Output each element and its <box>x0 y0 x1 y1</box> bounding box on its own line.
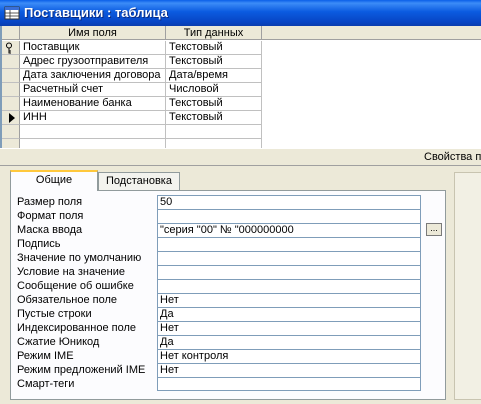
field-design-grid: Имя поля Тип данных Поставщик Текстовый Ад… <box>0 26 481 153</box>
property-row: Условие на значение <box>15 265 431 279</box>
row-selector[interactable] <box>2 69 20 83</box>
property-row: Формат поля <box>15 209 431 223</box>
property-label: Индексированное поле <box>17 322 136 334</box>
table-row[interactable]: ИНН Текстовый <box>2 111 262 125</box>
table-row[interactable]: Расчетный счет Числовой <box>2 83 262 97</box>
header-data-type[interactable]: Тип данных <box>166 26 262 40</box>
row-selector[interactable] <box>2 41 20 55</box>
table-row[interactable]: Адрес грузоотправителя Текстовый <box>2 55 262 69</box>
property-label: Размер поля <box>17 196 83 208</box>
property-row: Режим предложений IME Нет <box>15 363 431 377</box>
data-type-cell[interactable]: Текстовый <box>166 97 262 111</box>
property-value-field[interactable]: 50 <box>157 195 421 209</box>
row-selector[interactable] <box>2 125 20 139</box>
key-icon <box>6 42 12 54</box>
property-value-field[interactable] <box>157 251 421 265</box>
property-row: Размер поля 50 <box>15 195 431 209</box>
field-properties-area: Общие Подстановка Размер поля 50 Формат по… <box>0 166 481 404</box>
property-row: Индексированное поле Нет <box>15 321 431 335</box>
header-field-name[interactable]: Имя поля <box>20 26 166 40</box>
property-value-field[interactable]: Нет <box>157 321 421 335</box>
row-selector[interactable] <box>2 55 20 69</box>
data-type-cell[interactable]: Числовой <box>166 83 262 97</box>
property-label: Сжатие Юникод <box>17 336 100 348</box>
data-type-cell[interactable]: Дата/время <box>166 69 262 83</box>
property-value-field[interactable]: Нет <box>157 293 421 307</box>
property-row: Обязательное поле Нет <box>15 293 431 307</box>
grid-header: Имя поля Тип данных <box>2 26 481 40</box>
tab-lookup[interactable]: Подстановка <box>98 172 180 190</box>
property-label: Обязательное поле <box>17 294 118 306</box>
property-value-field[interactable]: Нет <box>157 363 421 377</box>
property-label: Смарт-теги <box>17 378 75 390</box>
properties-splitter[interactable]: Свойства п <box>0 148 481 166</box>
property-label: Сообщение об ошибке <box>17 280 134 292</box>
property-label: Подпись <box>17 238 61 250</box>
field-name-cell[interactable]: Наименование банка <box>20 97 166 111</box>
property-label: Формат поля <box>17 210 84 222</box>
table-icon <box>4 6 20 20</box>
property-value-field[interactable] <box>157 279 421 293</box>
row-selector[interactable] <box>2 83 20 97</box>
table-row[interactable]: Наименование банка Текстовый <box>2 97 262 111</box>
property-row: Сжатие Юникод Да <box>15 335 431 349</box>
field-name-cell[interactable]: Поставщик <box>20 41 166 55</box>
property-row: Смарт-теги <box>15 377 431 391</box>
field-properties-title: Свойства п <box>424 151 481 163</box>
general-properties-panel: Размер поля 50 Формат поля Маска ввода "сери… <box>10 190 446 400</box>
property-row: Режим IME Нет контроля <box>15 349 431 363</box>
field-name-cell[interactable]: Адрес грузоотправителя <box>20 55 166 69</box>
tab-general[interactable]: Общие <box>10 170 98 191</box>
input-mask-builder-button[interactable]: ... <box>426 223 442 236</box>
row-selector-header[interactable] <box>2 26 20 40</box>
help-pane <box>454 172 481 400</box>
property-label: Условие на значение <box>17 266 126 278</box>
property-label: Режим предложений IME <box>17 364 146 376</box>
row-selector[interactable] <box>2 97 20 111</box>
title-bar[interactable]: Поставщики : таблица <box>0 0 481 26</box>
property-row: Подпись <box>15 237 431 251</box>
table-row[interactable] <box>2 125 262 139</box>
data-type-cell[interactable]: Текстовый <box>166 111 262 125</box>
field-name-cell[interactable]: ИНН <box>20 111 166 125</box>
data-type-cell[interactable]: Текстовый <box>166 55 262 69</box>
field-name-cell[interactable]: Дата заключения договора <box>20 69 166 83</box>
property-value-field[interactable] <box>157 237 421 251</box>
property-label: Маска ввода <box>17 224 83 236</box>
property-value-field[interactable] <box>157 209 421 223</box>
data-type-cell[interactable] <box>166 125 262 139</box>
property-row: Пустые строки Да <box>15 307 431 321</box>
row-selector[interactable] <box>2 111 20 125</box>
property-row: Значение по умолчанию <box>15 251 431 265</box>
property-label: Режим IME <box>17 350 74 362</box>
property-value-field[interactable] <box>157 265 421 279</box>
table-row[interactable]: Поставщик Текстовый <box>2 41 262 55</box>
property-label: Значение по умолчанию <box>17 252 142 264</box>
property-value-field[interactable] <box>157 377 421 391</box>
property-value-field[interactable]: "серия "00" № "000000000 <box>157 223 421 237</box>
field-name-cell[interactable] <box>20 125 166 139</box>
window-title: Поставщики : таблица <box>24 5 168 20</box>
property-value-field[interactable]: Да <box>157 335 421 349</box>
data-type-cell[interactable]: Текстовый <box>166 41 262 55</box>
current-row-arrow-icon <box>9 113 15 123</box>
property-row: Сообщение об ошибке <box>15 279 431 293</box>
property-value-field[interactable]: Да <box>157 307 421 321</box>
property-row: Маска ввода "серия "00" № "000000000... <box>15 223 442 237</box>
field-name-cell[interactable]: Расчетный счет <box>20 83 166 97</box>
table-row[interactable]: Дата заключения договора Дата/время <box>2 69 262 83</box>
property-value-field[interactable]: Нет контроля <box>157 349 421 363</box>
property-label: Пустые строки <box>17 308 92 320</box>
